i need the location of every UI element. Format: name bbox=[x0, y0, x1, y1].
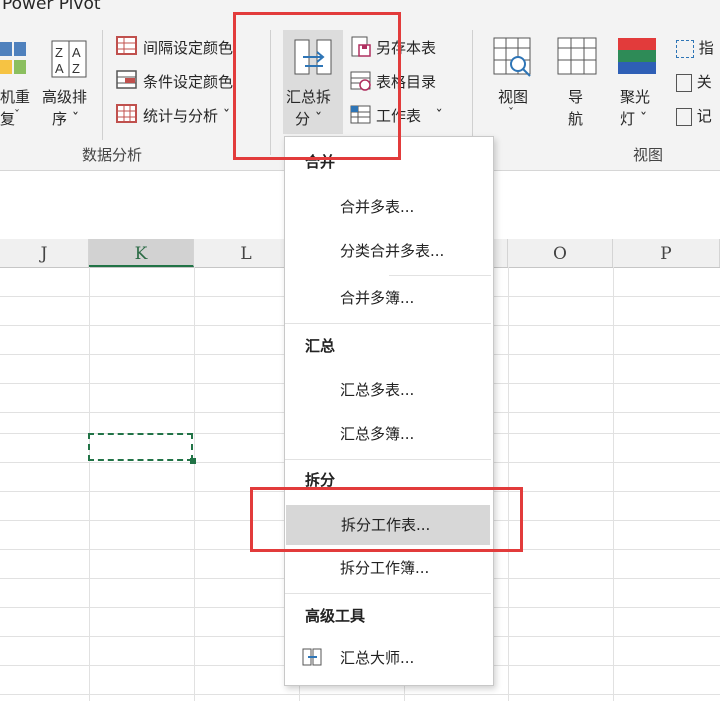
left-partial-label-1[interactable]: 机重 bbox=[0, 86, 30, 107]
nav-grid-icon[interactable] bbox=[556, 36, 600, 80]
right-partial-button-3[interactable]: 记 bbox=[676, 105, 712, 126]
sort-az-icon[interactable]: ZAAZ bbox=[50, 40, 90, 80]
condition-color-icon bbox=[116, 70, 138, 90]
left-partial-icon bbox=[0, 40, 30, 80]
group-label-data-analysis: 数据分析 bbox=[82, 146, 143, 164]
app-tab-title[interactable]: Power Pivot bbox=[2, 0, 101, 14]
spotlight-button-label[interactable]: 聚光 bbox=[620, 86, 650, 107]
spotlight-icon[interactable] bbox=[616, 36, 660, 80]
menu-section-advanced: 高级工具 bbox=[305, 607, 366, 625]
grid-line bbox=[0, 694, 720, 695]
active-cell-k[interactable] bbox=[88, 433, 193, 461]
menu-divider bbox=[285, 593, 491, 594]
menu-item-summary-master[interactable]: 汇总大师... bbox=[285, 640, 491, 676]
document-icon bbox=[676, 73, 692, 92]
svg-text:A: A bbox=[72, 45, 81, 60]
view-icon[interactable] bbox=[492, 36, 536, 80]
column-header-p[interactable]: P bbox=[613, 239, 720, 267]
svg-text:Z: Z bbox=[55, 45, 63, 60]
right-partial-button-2[interactable]: 关 bbox=[676, 71, 712, 92]
ribbon-separator bbox=[102, 30, 103, 140]
fill-handle[interactable] bbox=[190, 458, 196, 464]
menu-item-merge-multi-books[interactable]: 合并多簿... bbox=[285, 280, 491, 316]
menu-divider bbox=[285, 323, 491, 324]
left-partial-label-2[interactable]: 复 bbox=[0, 108, 15, 129]
column-header-k[interactable]: K bbox=[89, 239, 194, 267]
advanced-sort-label-2[interactable]: 序 ˇ bbox=[52, 108, 79, 129]
annotation-box-split-worksheet bbox=[250, 487, 523, 552]
right-partial-button-1[interactable]: 指 bbox=[676, 37, 714, 58]
svg-text:Z: Z bbox=[72, 61, 80, 76]
document-icon bbox=[676, 107, 692, 126]
menu-item-summary-multi-sheets[interactable]: 汇总多表... bbox=[285, 372, 491, 408]
menu-item-merge-multi-sheets[interactable]: 合并多表... bbox=[285, 189, 491, 225]
group-label-view: 视图 bbox=[633, 146, 664, 164]
frame-icon bbox=[676, 39, 694, 58]
menu-item-summary-multi-books[interactable]: 汇总多簿... bbox=[285, 416, 491, 452]
advanced-sort-label[interactable]: 高级排 bbox=[42, 86, 87, 107]
nav-button-label-2[interactable]: 航 bbox=[568, 108, 583, 129]
menu-item-classify-merge[interactable]: 分类合并多表... bbox=[285, 233, 491, 269]
menu-divider bbox=[389, 275, 491, 276]
spotlight-button-label-2[interactable]: 灯 ˇ bbox=[620, 108, 647, 129]
column-header-o[interactable]: O bbox=[508, 239, 613, 267]
stats-analysis-icon bbox=[116, 104, 138, 124]
condition-color-button[interactable]: 条件设定颜色 bbox=[143, 71, 233, 92]
menu-section-summary: 汇总 bbox=[305, 337, 336, 355]
chevron-down-icon[interactable]: ˇ bbox=[508, 106, 514, 120]
svg-text:A: A bbox=[55, 61, 64, 76]
column-header-j[interactable]: J bbox=[0, 239, 89, 267]
annotation-box-summary-split bbox=[233, 12, 401, 160]
menu-divider bbox=[285, 459, 491, 460]
interval-color-button[interactable]: 间隔设定颜色 bbox=[143, 37, 233, 58]
chevron-down-icon[interactable]: ˇ bbox=[14, 108, 20, 122]
interval-color-icon bbox=[116, 36, 138, 56]
menu-item-split-workbook[interactable]: 拆分工作簿... bbox=[285, 550, 491, 586]
stats-analysis-button[interactable]: 统计与分析 ˇ bbox=[143, 105, 230, 126]
nav-button-label[interactable]: 导 bbox=[568, 86, 583, 107]
summary-split-dropdown: 合并 合并多表... 分类合并多表... 合并多簿... 汇总 汇总多表... … bbox=[284, 136, 494, 686]
view-button-label[interactable]: 视图 bbox=[498, 86, 528, 107]
